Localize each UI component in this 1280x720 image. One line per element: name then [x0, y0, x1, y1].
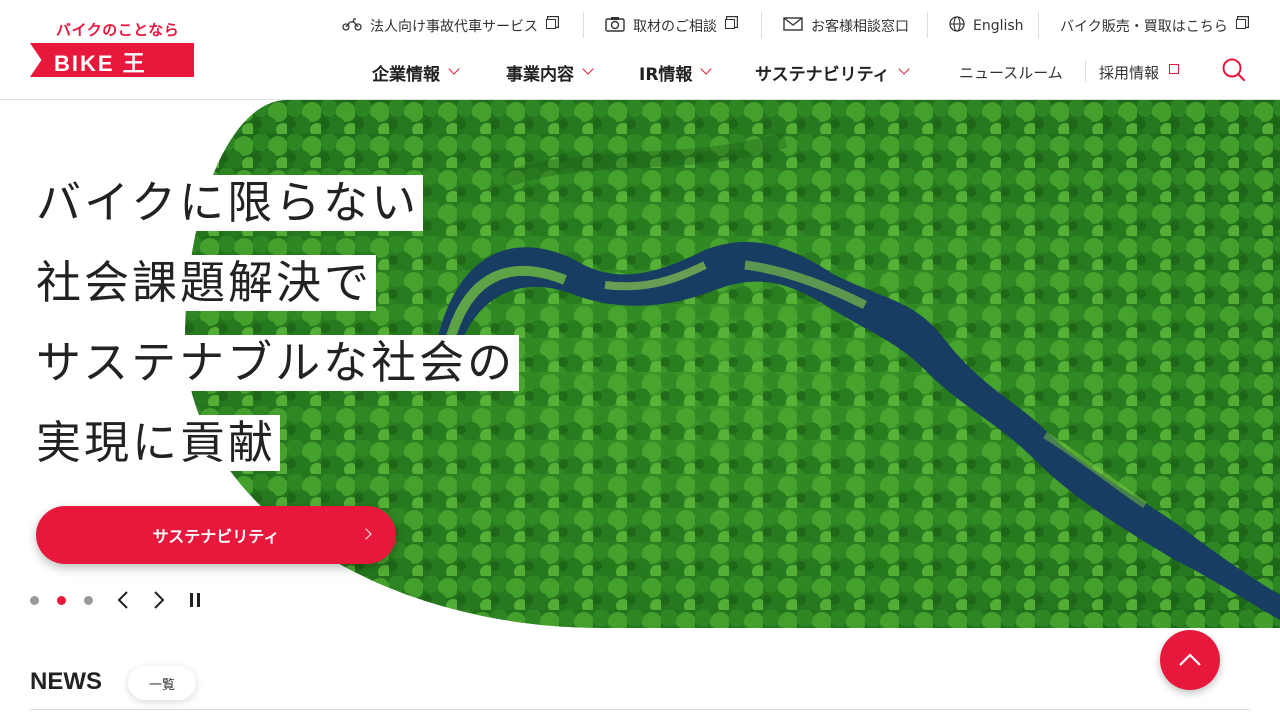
nav-company[interactable]: 企業情報 [372, 56, 460, 88]
page-top-button[interactable] [1160, 630, 1220, 690]
nav-business[interactable]: 事業内容 [506, 56, 594, 88]
nav-recruit[interactable]: 採用情報 [1099, 56, 1180, 88]
motorbike-icon [342, 17, 362, 35]
logo-name: BIKE 王 [54, 51, 147, 76]
util-link-support[interactable]: お客様相談窓口 [783, 10, 909, 42]
nav-label: IR情報 [639, 64, 693, 85]
hero-headline-line: サステナブルな社会の [36, 335, 520, 391]
pause-icon [190, 593, 200, 607]
nav-sustainability[interactable]: サステナビリティ [755, 56, 910, 88]
util-link-label: 法人向け事故代車サービス [370, 19, 538, 35]
nav-label: サステナビリティ [755, 64, 890, 85]
hero-headline: バイクに限らない 社会課題解決で サステナブルな社会の 実現に貢献 [36, 175, 520, 495]
divider [30, 709, 1250, 710]
slide-dot-1[interactable] [30, 595, 39, 605]
divider [761, 12, 762, 38]
nav-label: 企業情報 [372, 64, 440, 85]
camera-icon [605, 16, 625, 36]
hero-headline-line: バイクに限らない [36, 175, 424, 231]
chevron-down-icon [700, 63, 713, 75]
divider [1085, 60, 1086, 82]
prev-slide-button[interactable] [111, 588, 135, 612]
chevron-right-icon [154, 591, 165, 609]
chevron-up-icon [1179, 653, 1201, 666]
util-link-label: お客様相談窓口 [811, 19, 909, 35]
chevron-right-icon [360, 528, 372, 540]
chevron-down-icon [582, 63, 594, 75]
util-link-label: English [973, 18, 1024, 34]
news-all-button[interactable]: 一覧 [128, 666, 196, 700]
globe-icon [949, 16, 965, 36]
hero-headline-line: 実現に貢献 [36, 415, 281, 471]
util-link-press[interactable]: 取材のご相談 [605, 10, 735, 42]
carousel-controls [30, 588, 219, 612]
hero-carousel: バイクに限らない 社会課題解決で サステナブルな社会の 実現に貢献 サステナビリ… [0, 100, 1280, 630]
cta-label: サステナビリティ [152, 527, 280, 546]
external-link-icon [1169, 64, 1180, 74]
util-link-bike-sales[interactable]: バイク販売・買取はこちら [1060, 10, 1246, 42]
search-button[interactable] [1220, 56, 1248, 84]
divider [583, 12, 584, 38]
slide-dot-3[interactable] [84, 595, 93, 605]
external-link-icon [725, 19, 735, 29]
slide-dot-2[interactable] [57, 595, 66, 605]
nav-ir[interactable]: IR情報 [639, 56, 713, 88]
next-slide-button[interactable] [147, 588, 171, 612]
external-link-icon [546, 19, 556, 29]
divider [927, 12, 928, 38]
search-icon [1222, 58, 1246, 82]
mail-icon [783, 16, 803, 36]
nav-label: 採用情報 [1099, 63, 1160, 82]
util-link-label: 取材のご相談 [633, 19, 717, 35]
nav-newsroom[interactable]: ニュースルーム [959, 56, 1063, 88]
sustainability-cta-button[interactable]: サステナビリティ [36, 506, 396, 564]
logo-tagline: バイクのことなら [56, 21, 180, 39]
pause-button[interactable] [183, 588, 207, 612]
chevron-left-icon [117, 591, 128, 609]
nav-label: ニュースルーム [959, 63, 1063, 82]
util-link-english[interactable]: English [949, 10, 1024, 42]
site-header: バイクのことなら BIKE 王 法人向け事故代車サービス 取材のご相談 お客様相… [0, 0, 1280, 100]
util-link-label: バイク販売・買取はこちら [1060, 19, 1228, 35]
nav-label: 事業内容 [506, 64, 574, 85]
chevron-down-icon [448, 63, 460, 75]
divider [1038, 12, 1039, 38]
bike-oh-logo[interactable]: バイクのことなら BIKE 王 [30, 19, 195, 79]
external-link-icon [1235, 19, 1246, 29]
chevron-down-icon [897, 63, 910, 75]
util-link-fleet-service[interactable]: 法人向け事故代車サービス [342, 10, 556, 42]
news-heading: NEWS [30, 668, 102, 695]
hero-headline-line: 社会課題解決で [36, 255, 377, 311]
